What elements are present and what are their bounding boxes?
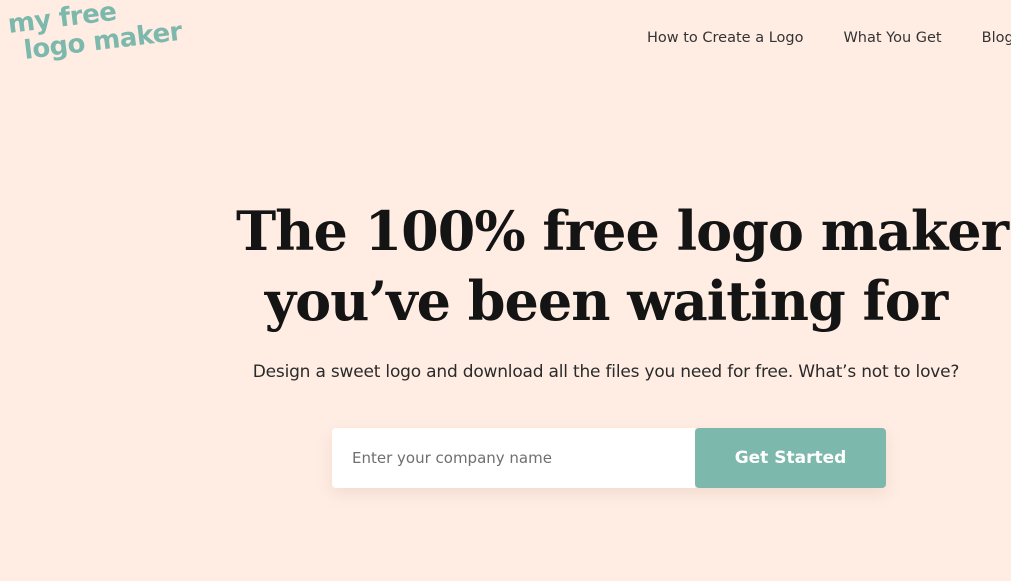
company-name-input[interactable] — [332, 428, 695, 488]
site-logo[interactable]: my free logo maker — [6, 0, 196, 72]
hero-subheadline: Design a sweet logo and download all the… — [252, 362, 960, 382]
get-started-button[interactable]: Get Started — [695, 428, 886, 488]
company-name-form: Get Started — [332, 428, 886, 488]
main-nav: How to Create a Logo What You Get Blog — [647, 28, 1011, 48]
nav-link-how-to-create[interactable]: How to Create a Logo — [647, 28, 803, 48]
hero-headline-line2: you’ve been waiting for — [264, 269, 948, 333]
nav-link-what-you-get[interactable]: What You Get — [843, 28, 941, 48]
hero-headline-line1: The 100% free logo maker — [236, 199, 1009, 263]
hero-headline: The 100% free logo maker you’ve been wai… — [236, 196, 1009, 336]
nav-link-blog[interactable]: Blog — [982, 28, 1011, 48]
